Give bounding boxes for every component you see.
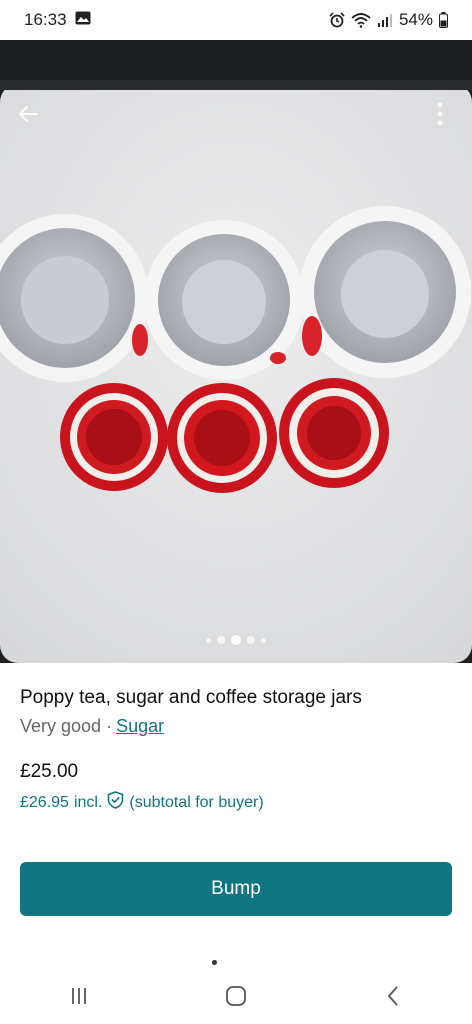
status-bar: 16:33 54%	[0, 0, 472, 40]
system-back-button[interactable]	[363, 976, 423, 1016]
product-photo	[0, 40, 472, 663]
listing-title: Poppy tea, sugar and coffee storage jars	[20, 687, 362, 708]
gallery-icon	[75, 10, 91, 30]
carousel-dot	[247, 636, 255, 644]
buyer-price-info[interactable]: £26.95 incl. (subtotal for buyer)	[20, 791, 452, 814]
arrow-left-icon	[19, 106, 38, 122]
shield-check-icon	[107, 791, 124, 814]
carousel-dot	[206, 637, 211, 643]
battery-text: 54%	[398, 10, 433, 29]
carousel-dot-active	[231, 635, 241, 645]
back-button[interactable]	[10, 96, 46, 132]
chevron-left-icon	[388, 986, 398, 1006]
carousel-dot	[217, 636, 225, 644]
bump-button[interactable]: Bump	[20, 862, 452, 916]
carousel-dot	[261, 637, 266, 643]
page-indicator-dot	[212, 960, 217, 965]
signal-icon	[377, 12, 393, 28]
product-photo-carousel[interactable]	[0, 40, 472, 663]
condition-label: Very good ·	[20, 716, 113, 736]
more-options-button[interactable]	[422, 96, 458, 132]
listing-meta: Very good · Sugar	[20, 716, 452, 737]
more-vertical-icon	[437, 102, 443, 126]
battery-icon	[439, 12, 448, 28]
listing-info: Poppy tea, sugar and coffee storage jars…	[0, 663, 472, 814]
incl-label: incl.	[73, 793, 103, 811]
status-time: 16:33	[24, 10, 67, 29]
buyer-price: £26.95	[20, 793, 69, 811]
listing-price: £25.00	[20, 761, 79, 782]
carousel-indicator	[0, 635, 472, 645]
system-nav-bar	[0, 968, 472, 1024]
subtotal-label: (subtotal for buyer)	[129, 793, 264, 811]
recent-apps-button[interactable]	[49, 976, 109, 1016]
home-button[interactable]	[206, 976, 266, 1016]
home-icon	[226, 986, 246, 1006]
alarm-icon	[329, 12, 345, 28]
recent-apps-icon	[71, 988, 86, 1004]
wifi-icon	[351, 12, 371, 28]
brand-link[interactable]: Sugar	[116, 716, 164, 737]
